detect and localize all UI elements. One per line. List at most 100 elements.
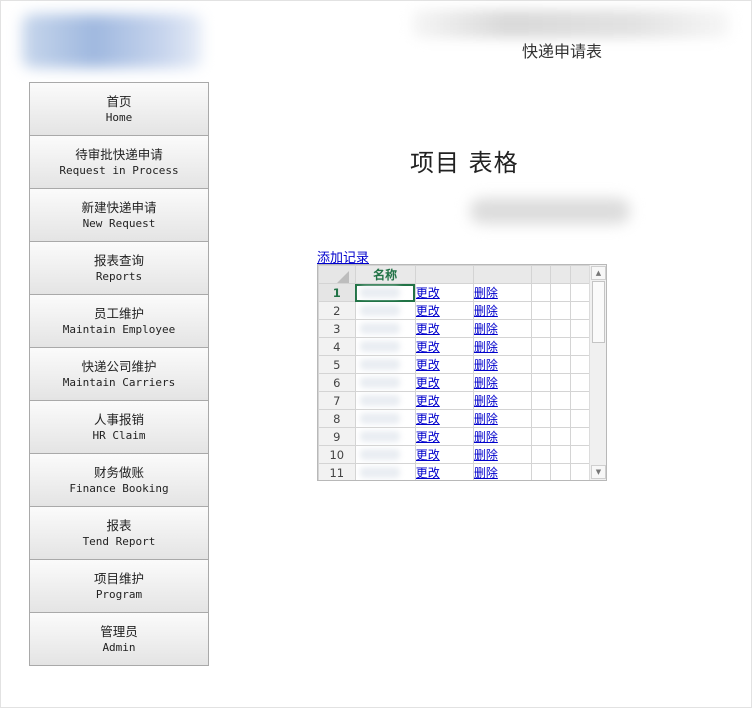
row-number[interactable]: 11 [318, 463, 356, 480]
delete-link[interactable]: 删除 [472, 283, 532, 302]
grid-cell[interactable] [550, 427, 571, 446]
grid-cell[interactable] [550, 391, 571, 410]
nav-item-home[interactable]: 首页 Home [29, 82, 209, 136]
column-header[interactable] [530, 265, 552, 284]
edit-link[interactable]: 更改 [414, 463, 474, 480]
edit-link[interactable]: 更改 [414, 391, 474, 410]
delete-link[interactable]: 删除 [472, 445, 532, 464]
nav-item-reports[interactable]: 报表查询 Reports [29, 241, 209, 295]
grid-cell[interactable] [530, 427, 552, 446]
grid-cell[interactable] [569, 283, 591, 302]
row-number[interactable]: 1 [318, 283, 356, 302]
edit-link[interactable]: 更改 [414, 427, 474, 446]
name-cell[interactable] [354, 427, 416, 446]
delete-link[interactable]: 删除 [472, 373, 532, 392]
scroll-up-arrow-icon[interactable]: ▲ [591, 266, 606, 280]
vertical-scrollbar[interactable]: ▲ ▼ [589, 265, 606, 480]
grid-cell[interactable] [550, 445, 571, 464]
edit-link[interactable]: 更改 [414, 373, 474, 392]
grid-cell[interactable] [569, 337, 591, 356]
row-number[interactable]: 5 [318, 355, 356, 374]
grid-cell[interactable] [530, 319, 552, 338]
grid-cell[interactable] [569, 301, 591, 320]
grid-cell[interactable] [569, 409, 591, 428]
table-row: 4 更改 删除 [318, 337, 591, 356]
nav-item-program[interactable]: 项目维护 Program [29, 559, 209, 613]
grid-cell[interactable] [550, 283, 571, 302]
name-cell[interactable] [354, 391, 416, 410]
nav-item-admin[interactable]: 管理员 Admin [29, 612, 209, 666]
grid-cell[interactable] [550, 355, 571, 374]
grid-cell[interactable] [530, 409, 552, 428]
edit-link[interactable]: 更改 [414, 445, 474, 464]
column-header[interactable] [414, 265, 474, 284]
row-number[interactable]: 7 [318, 391, 356, 410]
edit-link[interactable]: 更改 [414, 355, 474, 374]
grid-cell[interactable] [530, 373, 552, 392]
delete-link[interactable]: 删除 [472, 409, 532, 428]
grid-cell[interactable] [569, 445, 591, 464]
grid-cell[interactable] [569, 391, 591, 410]
nav-item-hr-claim[interactable]: 人事报销 HR Claim [29, 400, 209, 454]
name-cell[interactable] [354, 301, 416, 320]
column-header[interactable] [569, 265, 591, 284]
delete-link[interactable]: 删除 [472, 463, 532, 480]
delete-link[interactable]: 删除 [472, 355, 532, 374]
row-number[interactable]: 10 [318, 445, 356, 464]
scroll-down-arrow-icon[interactable]: ▼ [591, 465, 606, 479]
edit-link[interactable]: 更改 [414, 337, 474, 356]
nav-item-finance-booking[interactable]: 财务做账 Finance Booking [29, 453, 209, 507]
grid-cell[interactable] [550, 373, 571, 392]
edit-link[interactable]: 更改 [414, 409, 474, 428]
row-number[interactable]: 3 [318, 319, 356, 338]
row-number[interactable]: 4 [318, 337, 356, 356]
grid-cell[interactable] [569, 373, 591, 392]
delete-link[interactable]: 删除 [472, 337, 532, 356]
nav-item-maintain-employee[interactable]: 员工维护 Maintain Employee [29, 294, 209, 348]
name-cell[interactable] [354, 355, 416, 374]
name-cell[interactable] [354, 319, 416, 338]
name-cell[interactable] [354, 337, 416, 356]
name-cell[interactable] [354, 463, 416, 480]
nav-item-new-request[interactable]: 新建快递申请 New Request [29, 188, 209, 242]
name-cell[interactable] [354, 283, 416, 302]
grid-cell[interactable] [569, 319, 591, 338]
grid-cell[interactable] [550, 319, 571, 338]
column-header[interactable] [472, 265, 532, 284]
name-cell[interactable] [354, 445, 416, 464]
select-all-corner[interactable] [318, 265, 356, 284]
name-cell[interactable] [354, 373, 416, 392]
grid-cell[interactable] [550, 409, 571, 428]
name-cell[interactable] [354, 409, 416, 428]
row-number[interactable]: 8 [318, 409, 356, 428]
grid-cell[interactable] [569, 463, 591, 480]
delete-link[interactable]: 删除 [472, 319, 532, 338]
grid-cell[interactable] [530, 445, 552, 464]
edit-link[interactable]: 更改 [414, 283, 474, 302]
delete-link[interactable]: 删除 [472, 427, 532, 446]
delete-link[interactable]: 删除 [472, 391, 532, 410]
grid-cell[interactable] [550, 463, 571, 480]
grid-cell[interactable] [530, 337, 552, 356]
delete-link[interactable]: 删除 [472, 301, 532, 320]
grid-cell[interactable] [530, 301, 552, 320]
nav-item-tend-report[interactable]: 报表 Tend Report [29, 506, 209, 560]
edit-link[interactable]: 更改 [414, 301, 474, 320]
column-header-name[interactable]: 名称 [354, 265, 416, 284]
grid-cell[interactable] [530, 391, 552, 410]
edit-link[interactable]: 更改 [414, 319, 474, 338]
scroll-thumb[interactable] [592, 281, 605, 343]
column-header[interactable] [550, 265, 571, 284]
grid-cell[interactable] [530, 463, 552, 480]
grid-cell[interactable] [550, 301, 571, 320]
grid-cell[interactable] [530, 355, 552, 374]
grid-cell[interactable] [569, 427, 591, 446]
row-number[interactable]: 9 [318, 427, 356, 446]
nav-item-request-in-process[interactable]: 待审批快递申请 Request in Process [29, 135, 209, 189]
grid-cell[interactable] [569, 355, 591, 374]
grid-cell[interactable] [550, 337, 571, 356]
row-number[interactable]: 6 [318, 373, 356, 392]
row-number[interactable]: 2 [318, 301, 356, 320]
nav-item-maintain-carriers[interactable]: 快递公司维护 Maintain Carriers [29, 347, 209, 401]
grid-cell[interactable] [530, 283, 552, 302]
